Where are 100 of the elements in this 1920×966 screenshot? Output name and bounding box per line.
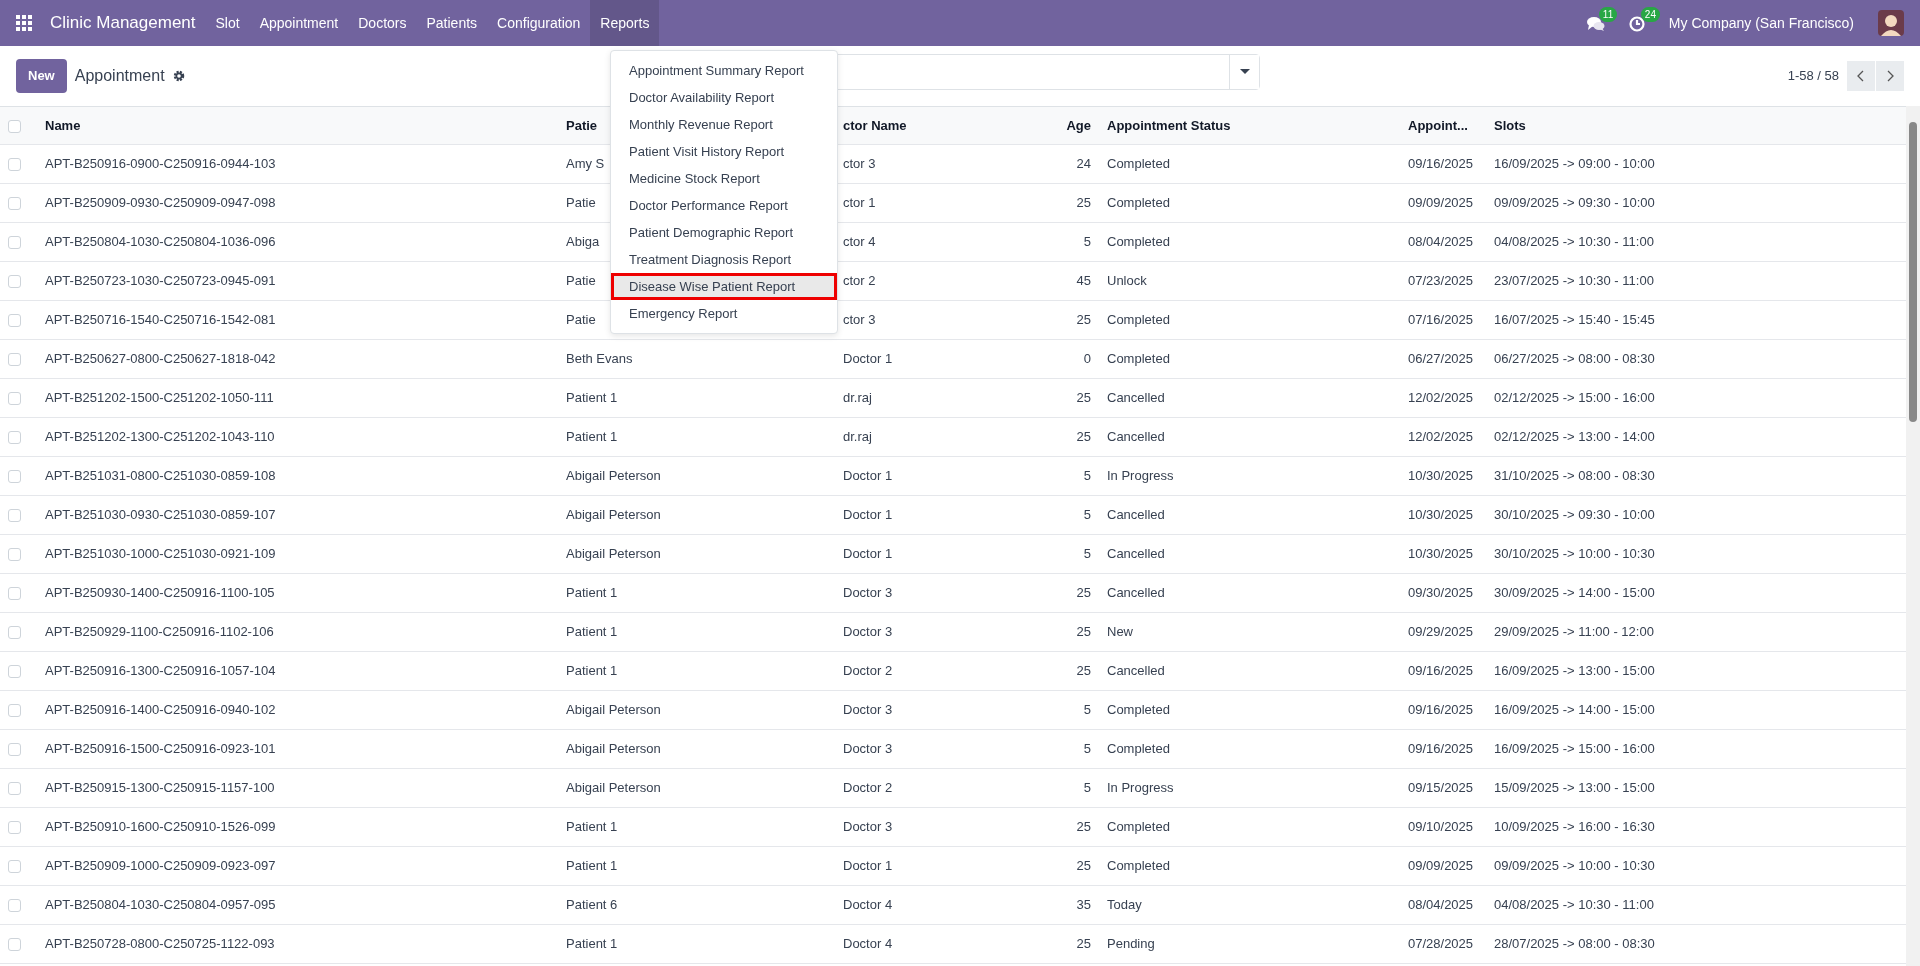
row-checkbox[interactable]: [8, 392, 21, 406]
table-cell: 02/12/2025 -> 15:00 - 16:00: [1494, 390, 1655, 406]
nav-menu-item[interactable]: Slot: [205, 0, 250, 46]
row-checkbox[interactable]: [8, 782, 21, 796]
report-menu-item[interactable]: Treatment Diagnosis Report: [611, 246, 837, 273]
table-cell: APT-B250728-0800-C250725-1122-093: [45, 936, 275, 952]
row-checkbox[interactable]: [8, 158, 21, 172]
report-menu-item[interactable]: Doctor Performance Report: [611, 192, 837, 219]
pager-value[interactable]: 1-58 / 58: [1787, 66, 1839, 86]
table-cell: Patient 1: [566, 585, 618, 601]
table-cell: Patient 1: [566, 624, 618, 640]
table-cell: Patient 1: [566, 663, 618, 679]
table-cell: Unlock: [1107, 273, 1147, 289]
report-menu-item[interactable]: Emergency Report: [611, 300, 837, 327]
column-header[interactable]: Name: [45, 117, 81, 133]
row-checkbox[interactable]: [8, 548, 21, 562]
table-cell: 25: [1076, 429, 1091, 445]
table-cell: Completed: [1107, 234, 1170, 250]
row-checkbox[interactable]: [8, 704, 21, 718]
company-switcher[interactable]: My Company (San Francisco): [1668, 12, 1854, 34]
table-cell: Doctor 1: [843, 546, 893, 562]
row-checkbox[interactable]: [8, 899, 21, 913]
table-cell: 35: [1076, 897, 1091, 913]
table-cell: ctor 2: [843, 273, 876, 289]
row-checkbox[interactable]: [8, 236, 21, 250]
column-header[interactable]: Appointment Status: [1107, 117, 1231, 133]
table-cell: 16/09/2025 -> 09:00 - 10:00: [1494, 156, 1655, 172]
row-checkbox[interactable]: [8, 470, 21, 484]
row-checkbox[interactable]: [8, 509, 21, 523]
table-cell: 23/07/2025 -> 10:30 - 11:00: [1494, 273, 1654, 289]
clock-icon[interactable]: [1628, 13, 1645, 33]
nav-menu-item[interactable]: Patients: [416, 0, 488, 46]
search-options-toggle[interactable]: [1229, 55, 1259, 89]
table-cell: Pending: [1107, 936, 1155, 952]
table-cell: Today: [1107, 897, 1142, 913]
settings-icon[interactable]: [172, 70, 185, 82]
table-cell: 06/27/2025: [1408, 351, 1474, 367]
nav-menu-item[interactable]: Configuration: [487, 0, 591, 46]
chevron-right-icon[interactable]: [1886, 70, 1894, 82]
report-menu-item[interactable]: Doctor Availability Report: [611, 84, 837, 111]
table-cell: 16/09/2025 -> 15:00 - 16:00: [1494, 741, 1655, 757]
table-cell: 25: [1076, 936, 1091, 952]
report-menu-item[interactable]: Patient Demographic Report: [611, 219, 837, 246]
report-menu-item[interactable]: Medicine Stock Report: [611, 165, 837, 192]
report-menu-item[interactable]: Monthly Revenue Report: [611, 111, 837, 138]
table-cell: APT-B250916-0900-C250916-0944-103: [45, 156, 276, 172]
row-checkbox[interactable]: [8, 821, 21, 835]
table-cell: 25: [1076, 195, 1091, 211]
table-cell: 25: [1076, 585, 1091, 601]
table-cell: 09/09/2025 -> 09:30 - 10:00: [1494, 195, 1655, 211]
table-cell: 06/27/2025 -> 08:00 - 08:30: [1494, 351, 1655, 367]
table-cell: Completed: [1107, 702, 1170, 718]
table-cell: In Progress: [1107, 468, 1174, 484]
row-checkbox[interactable]: [8, 275, 21, 289]
row-checkbox[interactable]: [8, 353, 21, 367]
new-button[interactable]: New: [16, 59, 67, 93]
row-checkbox[interactable]: [8, 587, 21, 601]
column-header[interactable]: Patie: [566, 117, 598, 133]
table-cell: 5: [1083, 507, 1091, 523]
row-checkbox[interactable]: [8, 197, 21, 211]
row-checkbox[interactable]: [8, 743, 21, 757]
row-checkbox[interactable]: [8, 431, 21, 445]
table-cell: Patient 1: [566, 936, 618, 952]
table-cell: Patient 1: [566, 819, 618, 835]
table-cell: Completed: [1107, 351, 1170, 367]
nav-menu-item[interactable]: Reports: [590, 0, 660, 46]
table-cell: Abigail Peterson: [566, 741, 661, 757]
report-menu-item[interactable]: Patient Visit History Report: [611, 138, 837, 165]
table-cell: 15/09/2025 -> 13:00 - 15:00: [1494, 780, 1655, 796]
column-header[interactable]: Slots: [1494, 117, 1526, 133]
user-avatar[interactable]: [1878, 10, 1904, 36]
table-cell: 16/09/2025 -> 13:00 - 15:00: [1494, 663, 1655, 679]
table-cell: Doctor 1: [843, 468, 893, 484]
report-menu-item[interactable]: Appointment Summary Report: [611, 57, 837, 84]
select-all-checkbox[interactable]: [8, 119, 21, 133]
app-title: Clinic Management: [49, 12, 197, 35]
table-cell: 30/10/2025 -> 10:00 - 10:30: [1494, 546, 1655, 562]
report-menu-item[interactable]: Disease Wise Patient Report: [611, 273, 837, 300]
table-cell: Cancelled: [1107, 663, 1165, 679]
table-cell: 45: [1076, 273, 1091, 289]
row-checkbox[interactable]: [8, 314, 21, 328]
row-checkbox[interactable]: [8, 626, 21, 640]
row-checkbox[interactable]: [8, 938, 21, 952]
table-cell: Doctor 3: [843, 702, 893, 718]
column-header[interactable]: ctor Name: [843, 117, 907, 133]
chevron-left-icon[interactable]: [1857, 70, 1865, 82]
table-cell: Doctor 3: [843, 585, 893, 601]
table-cell: Completed: [1107, 858, 1170, 874]
table-cell: APT-B250916-1500-C250916-0923-101: [45, 741, 276, 757]
table-cell: 30/09/2025 -> 14:00 - 15:00: [1494, 585, 1655, 601]
row-checkbox[interactable]: [8, 665, 21, 679]
caret-down-icon[interactable]: [1239, 69, 1250, 75]
nav-menu-item[interactable]: Appointment: [249, 0, 349, 46]
table-cell: ctor 4: [843, 234, 876, 250]
column-header[interactable]: Age: [1066, 117, 1091, 133]
row-checkbox[interactable]: [8, 860, 21, 874]
scrollbar[interactable]: [1906, 106, 1920, 966]
table-cell: 07/28/2025: [1408, 936, 1474, 952]
nav-menu-item[interactable]: Doctors: [348, 0, 417, 46]
table-cell: Completed: [1107, 312, 1170, 328]
